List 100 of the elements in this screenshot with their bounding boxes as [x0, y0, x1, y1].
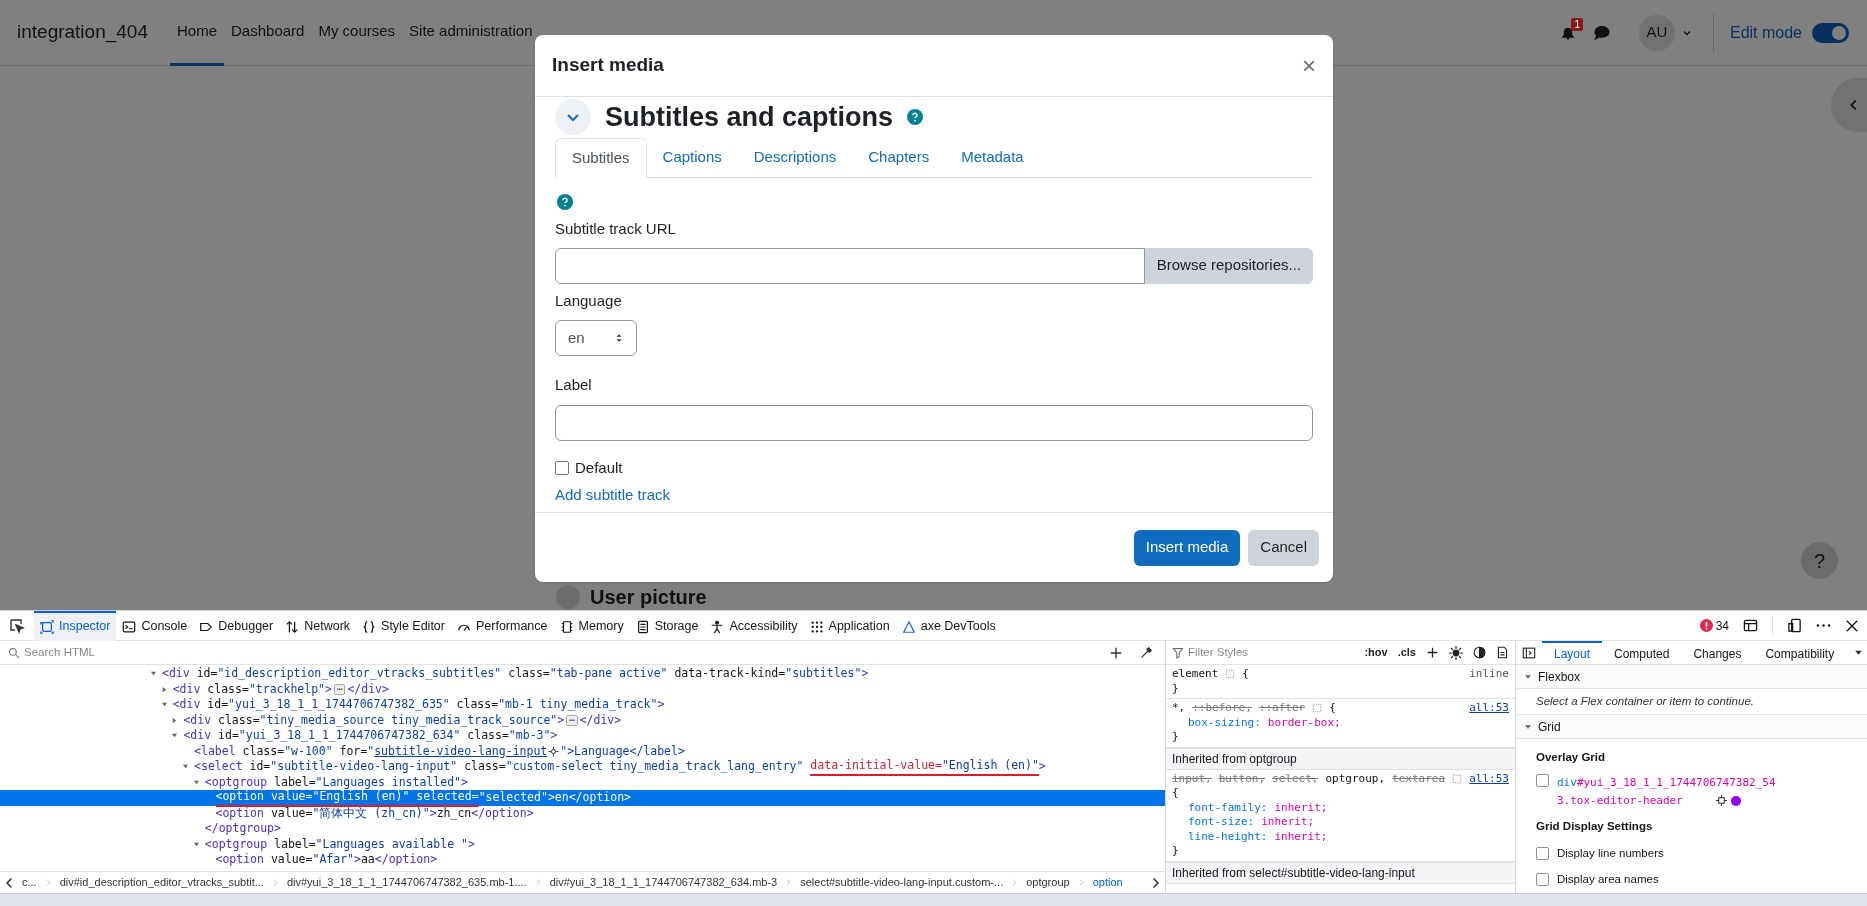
pseudo-toggle[interactable]: .cls [1397, 644, 1416, 661]
sidebar-tab[interactable]: Changes [1681, 641, 1754, 664]
devtools-tab[interactable]: Storage [629, 610, 705, 641]
markup-line[interactable]: <div id="id_description_editor_vtracks_subtitles" class="tab-pane active" data-track-kind="subtitles"> [0, 666, 1165, 682]
element-picker-icon[interactable] [9, 617, 25, 634]
language-select[interactable]: en [555, 320, 637, 356]
breadcrumb[interactable]: select#subtitle-video-lang-input.custom-... [798, 874, 1006, 891]
devtools-tab[interactable]: Application [803, 610, 896, 641]
devtools-tab[interactable]: Memory [553, 610, 630, 641]
help-icon[interactable] [907, 109, 924, 125]
source-label[interactable]: all:53 [1469, 701, 1509, 716]
plus-icon[interactable] [1426, 646, 1439, 659]
sidebar-tab[interactable]: Computed [1602, 641, 1682, 664]
expanded-triangle-icon[interactable] [182, 763, 190, 771]
section-header[interactable]: Flexbox [1538, 667, 1581, 686]
add-track-link[interactable]: Add subtitle track [555, 484, 671, 507]
section-header[interactable]: Grid [1538, 717, 1561, 736]
grid-selector[interactable]: div#yui_3_18_1_1_1744706747382_543.tox-editor-header [1557, 774, 1787, 811]
avatar[interactable]: AU [1638, 14, 1675, 51]
breadcrumb[interactable]: div#id_description_editor_vtracks_subtit... [57, 874, 266, 891]
collapsed-badge[interactable]: ⋯ [334, 683, 346, 695]
collapse-button[interactable] [555, 99, 591, 135]
markup-line[interactable]: <select id="subtitle-video-lang-input" class="custom-select tiny_media_track_lang_entry" data-initial-value="English (en)"> [0, 759, 1165, 775]
checkbox[interactable] [1536, 872, 1549, 886]
devtools-tab[interactable]: Console [116, 610, 194, 641]
search-field[interactable]: Search HTML [24, 643, 1097, 662]
breadcrumb[interactable]: optgroup [1024, 874, 1072, 891]
devtools-tab[interactable]: Style Editor [356, 610, 451, 641]
checkbox[interactable] [555, 460, 569, 475]
collapsed-triangle-icon[interactable] [171, 716, 179, 724]
markup-line[interactable]: <option value="Afar">aa</option> [0, 852, 1165, 868]
source-label[interactable]: all:53 [1469, 771, 1509, 786]
sort-caret-icon [614, 332, 624, 344]
close-icon[interactable] [1845, 618, 1859, 633]
nav-link[interactable]: My courses [311, 0, 403, 66]
markup-line[interactable]: <div class="tiny_media_source tiny_media_track_source"> ⋯ </div> [0, 712, 1165, 728]
contrast-icon[interactable] [1473, 646, 1486, 659]
target-icon[interactable] [1716, 795, 1727, 807]
devtools-tab[interactable]: axe DevTools [895, 610, 1002, 641]
close-button[interactable]: × [1302, 53, 1316, 78]
expanded-triangle-icon[interactable] [171, 732, 179, 740]
devtools-tab[interactable]: Accessibility [704, 610, 804, 641]
drawer-toggle-button[interactable] [1831, 78, 1867, 132]
tab[interactable]: Metadata [945, 138, 1040, 177]
dropdown-caret-icon[interactable] [1854, 648, 1863, 657]
devtools-tab[interactable]: Network [279, 610, 357, 641]
help-button[interactable]: ? [1801, 542, 1838, 579]
label-input-field[interactable] [555, 404, 1313, 441]
site-name[interactable]: integration_404 [17, 18, 148, 47]
markup-line[interactable]: <div class="trackhelp"> ⋯ </div> [0, 681, 1165, 697]
color-swatch[interactable] [1731, 795, 1741, 806]
markup-line[interactable]: <label class="w-100" for="subtitle-video-lang-input ">Language</label> [0, 743, 1165, 759]
markup-line[interactable]: <div id="yui_3_18_1_1_1744706747382_634" class="mb-3"> [0, 728, 1165, 744]
expanded-triangle-icon[interactable] [150, 670, 157, 678]
document-icon[interactable] [1496, 646, 1509, 659]
expanded-triangle-icon[interactable] [192, 840, 200, 848]
breadcrumb[interactable]: div#yui_3_18_1_1_1744706747382_635.mb-1.... [284, 874, 529, 891]
devtools-tab[interactable]: Inspector [34, 610, 117, 641]
browse-button[interactable]: Browse repositories... [1144, 247, 1313, 284]
tab[interactable]: Descriptions [737, 138, 853, 177]
url-input-field[interactable] [555, 247, 1145, 284]
nav-link[interactable]: Home [170, 0, 224, 66]
collapsed-triangle-icon[interactable] [160, 685, 168, 693]
markup-link[interactable]: subtitle-video-lang-input [374, 742, 561, 760]
chat-bubble-icon[interactable] [1592, 23, 1611, 42]
sidebar-tab[interactable]: Compatibility [1753, 641, 1847, 664]
markup-line[interactable]: <option value="简体中文 (zh_cn)">zh_cn</option> [0, 805, 1165, 821]
expanded-triangle-icon[interactable] [160, 701, 168, 709]
devtools-tab[interactable]: Performance [450, 610, 554, 641]
help-icon[interactable] [557, 194, 573, 210]
insert-button[interactable]: Insert media [1133, 529, 1241, 566]
breadcrumb[interactable]: div#yui_3_18_1_1_1744706747382_634.mb-3 [547, 874, 780, 891]
eyedropper-icon[interactable] [1139, 645, 1153, 660]
tab[interactable]: Subtitles [555, 138, 647, 178]
markup-line[interactable]: <optgroup label="Languages available "> [0, 836, 1165, 852]
breadcrumb[interactable]: option [1090, 874, 1125, 891]
tab[interactable]: Chapters [852, 138, 946, 177]
markup-line[interactable]: <optgroup label="Languages installed"> [0, 774, 1165, 790]
nav-link[interactable]: Dashboard [224, 0, 312, 66]
layout-icon[interactable] [1743, 618, 1758, 633]
css-value: inherit; [1274, 829, 1328, 844]
breadcrumb[interactable]: c... [20, 874, 39, 891]
cancel-button[interactable]: Cancel [1248, 529, 1319, 566]
devices-icon[interactable] [1787, 618, 1802, 633]
sun-icon[interactable] [1449, 645, 1463, 660]
markup-line[interactable]: <div id="yui_3_18_1_1_1744706747382_635" class="mb-1 tiny_media_track"> [0, 697, 1165, 713]
devtools-tab[interactable]: Debugger [193, 610, 280, 641]
collapsed-badge[interactable]: ⋯ [566, 714, 578, 726]
sidebar-toggle-icon[interactable] [1522, 645, 1536, 660]
error-count[interactable]: 34 [1715, 616, 1729, 635]
pseudo-toggle[interactable]: :hov [1364, 644, 1388, 661]
expanded-triangle-icon[interactable] [1524, 672, 1532, 681]
filter-field[interactable]: Filter Styles [1188, 643, 1338, 662]
edit-mode-toggle[interactable] [1812, 22, 1849, 43]
expanded-triangle-icon[interactable] [1524, 722, 1532, 731]
expanded-triangle-icon[interactable] [192, 778, 200, 786]
checkbox[interactable] [1536, 846, 1549, 860]
checkbox[interactable] [1536, 774, 1549, 788]
tab[interactable]: Captions [646, 138, 738, 177]
markup-line[interactable]: </optgroup> [0, 821, 1165, 837]
